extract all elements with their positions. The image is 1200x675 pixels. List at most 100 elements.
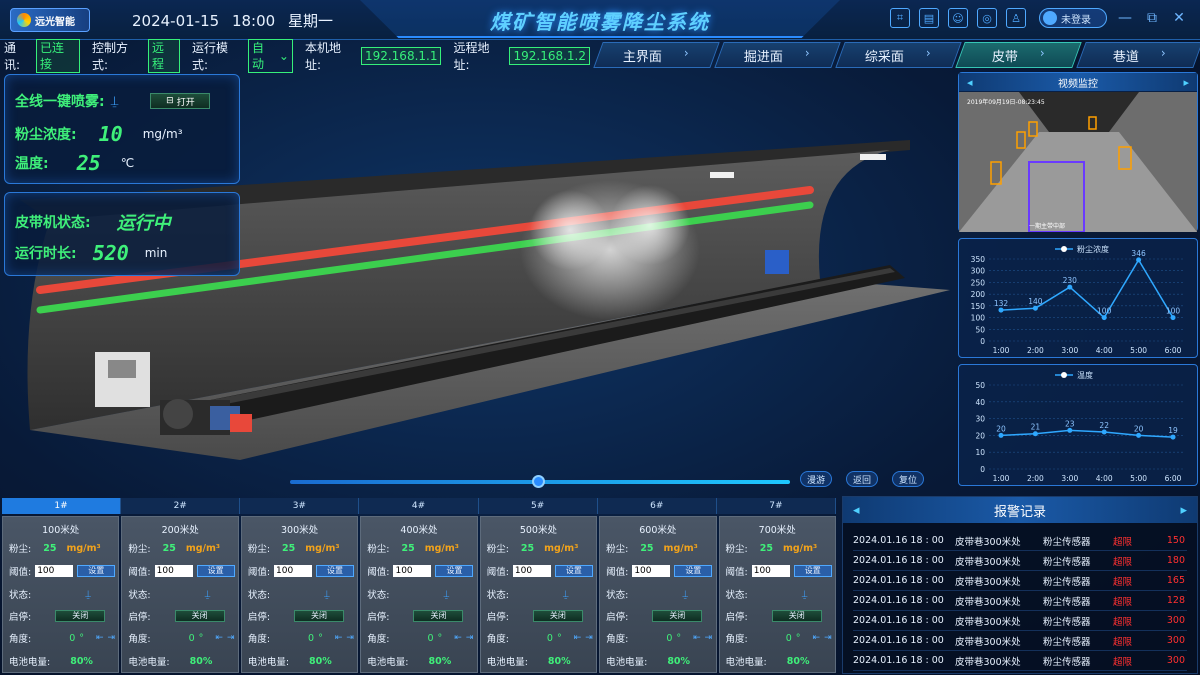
control-value: 远程 bbox=[147, 39, 180, 73]
user-scan-icon[interactable]: ♙ bbox=[1006, 8, 1026, 28]
alarm-time: 2024.01.16 18 : 00 bbox=[853, 655, 944, 666]
drive-pulley bbox=[163, 399, 193, 429]
angle-right-icon[interactable]: ⇥ bbox=[466, 633, 474, 643]
data-label: 21 bbox=[1031, 423, 1041, 432]
set-button[interactable]: 设置 bbox=[435, 565, 474, 577]
alarm-time: 2024.01.16 18 : 00 bbox=[853, 535, 944, 546]
y-tick-label: 0 bbox=[980, 465, 985, 474]
angle-left-icon[interactable]: ⇤ bbox=[454, 633, 462, 643]
sensor-tab[interactable]: 3# bbox=[240, 498, 360, 514]
threshold-input[interactable]: 100 bbox=[393, 565, 432, 577]
threshold-input[interactable]: 100 bbox=[632, 565, 671, 577]
video-panel: ◂ 视频监控 ▸ 2019年09月19日-08:23:45 一期主带中部 bbox=[958, 72, 1198, 232]
off-button[interactable]: 关闭 bbox=[532, 610, 583, 622]
chevron-right-icon[interactable]: ▸ bbox=[1183, 76, 1189, 89]
threshold-input[interactable]: 100 bbox=[512, 565, 551, 577]
login-button[interactable]: 未登录 bbox=[1039, 8, 1107, 28]
alarm-row: 2024.01.16 18 : 00 皮带巷300米处 粉尘传感器 超限 300 bbox=[853, 651, 1187, 671]
off-button[interactable]: 关闭 bbox=[55, 610, 106, 622]
gear-box bbox=[230, 414, 252, 432]
chevron-right-icon[interactable]: ▸ bbox=[1180, 503, 1187, 518]
x-tick-label: 3:00 bbox=[1061, 346, 1078, 355]
alarm-place: 皮带巷300米处 bbox=[955, 636, 1021, 648]
comm-value: 已连接 bbox=[36, 39, 80, 73]
set-button[interactable]: 设置 bbox=[77, 565, 116, 577]
set-button[interactable]: 设置 bbox=[316, 565, 355, 577]
angle-right-icon[interactable]: ⇥ bbox=[585, 633, 593, 643]
off-button[interactable]: 关闭 bbox=[771, 610, 822, 622]
data-point bbox=[1101, 315, 1107, 321]
sensor-name: 100米处 bbox=[42, 525, 80, 536]
off-button[interactable]: 关闭 bbox=[413, 610, 464, 622]
set-button[interactable]: 设置 bbox=[674, 565, 713, 577]
angle-left-icon[interactable]: ⇤ bbox=[693, 633, 701, 643]
off-button[interactable]: 关闭 bbox=[294, 610, 345, 622]
angle-left-icon[interactable]: ⇤ bbox=[215, 633, 223, 643]
threshold-input[interactable]: 100 bbox=[35, 565, 74, 577]
reset-button[interactable]: 复位 bbox=[892, 471, 924, 487]
angle-left-icon[interactable]: ⇤ bbox=[813, 633, 821, 643]
set-button[interactable]: 设置 bbox=[196, 565, 235, 577]
set-button[interactable]: 设置 bbox=[554, 565, 593, 577]
restore-icon[interactable]: ⧉ bbox=[1143, 10, 1161, 26]
cabinet-panel bbox=[108, 360, 136, 378]
roam-slider-handle[interactable] bbox=[532, 475, 545, 488]
alarm-log: ◂ 报警记录 ▸ 2024.01.16 18 : 00 皮带巷300米处 粉尘传感器… bbox=[842, 496, 1198, 674]
chevron-left-icon[interactable]: ◂ bbox=[967, 76, 973, 89]
tab-heading-face[interactable]: 掘进面 › bbox=[714, 42, 841, 68]
threshold-input[interactable]: 100 bbox=[274, 565, 313, 577]
angle-value: 0 bbox=[427, 632, 434, 644]
one-key-spray-button[interactable]: ⊟ 打开 bbox=[150, 93, 211, 109]
back-button[interactable]: 返回 bbox=[846, 471, 878, 487]
data-label: 20 bbox=[1134, 424, 1144, 433]
angle-right-icon[interactable]: ⇥ bbox=[705, 633, 713, 643]
sensor-tab[interactable]: 1# bbox=[2, 498, 122, 514]
angle-right-icon[interactable]: ⇥ bbox=[346, 633, 354, 643]
angle-left-icon[interactable]: ⇤ bbox=[574, 633, 582, 643]
angle-right-icon[interactable]: ⇥ bbox=[227, 633, 235, 643]
angle-right-icon[interactable]: ⇥ bbox=[824, 633, 832, 643]
sensor-tab[interactable]: 2# bbox=[121, 498, 241, 514]
angle-left-icon[interactable]: ⇤ bbox=[96, 633, 104, 643]
chevron-left-icon[interactable]: ◂ bbox=[853, 503, 860, 518]
alarm-row: 2024.01.16 18 : 00 皮带巷300米处 粉尘传感器 超限 165 bbox=[853, 571, 1187, 591]
chevron-down-icon: ⌄ bbox=[278, 49, 289, 63]
temp-label: 温度: bbox=[15, 156, 49, 172]
off-button[interactable]: 关闭 bbox=[174, 610, 225, 622]
off-button[interactable]: 关闭 bbox=[652, 610, 703, 622]
sensor-tab[interactable]: 6# bbox=[597, 498, 717, 514]
sensor-tab[interactable]: 5# bbox=[478, 498, 598, 514]
dust-unit: mg/m³ bbox=[782, 542, 818, 554]
tab-main[interactable]: 主界面 › bbox=[593, 42, 720, 68]
battery-value: 80% bbox=[786, 655, 810, 667]
data-point bbox=[1067, 427, 1073, 433]
tab-roadway[interactable]: 巷道 › bbox=[1076, 42, 1200, 68]
close-icon[interactable]: ✕ bbox=[1170, 10, 1188, 26]
angle-label: 角度: bbox=[9, 634, 32, 645]
tab-mining-face[interactable]: 综采面 › bbox=[834, 42, 962, 68]
angle-right-icon[interactable]: ⇥ bbox=[108, 633, 116, 643]
y-tick-label: 150 bbox=[971, 302, 986, 311]
startstop-label: 启停: bbox=[128, 612, 151, 623]
angle-left-icon[interactable]: ⇤ bbox=[335, 633, 343, 643]
sensor-tab[interactable]: 4# bbox=[359, 498, 479, 514]
battery-value: 80% bbox=[547, 655, 571, 667]
video-feed[interactable]: 2019年09月19日-08:23:45 一期主带中部 bbox=[959, 92, 1197, 232]
sensor-tab[interactable]: 7# bbox=[716, 498, 836, 514]
qr-scan-icon[interactable]: ⌗ bbox=[890, 8, 910, 28]
sensor-name: 200米处 bbox=[161, 525, 199, 536]
threshold-input[interactable]: 100 bbox=[154, 565, 193, 577]
tour-button[interactable]: 漫游 bbox=[800, 471, 832, 487]
minimize-icon[interactable]: — bbox=[1116, 10, 1134, 26]
set-button[interactable]: 设置 bbox=[793, 565, 832, 577]
dust-value: 25 bbox=[282, 542, 296, 554]
mode-select[interactable]: 自动 ⌄ bbox=[247, 39, 293, 73]
document-icon[interactable]: ▤ bbox=[919, 8, 939, 28]
target-icon[interactable]: ◎ bbox=[977, 8, 997, 28]
tab-belt[interactable]: 皮带 › bbox=[955, 42, 1082, 68]
battery-value: 80% bbox=[667, 655, 691, 667]
face-scan-icon[interactable]: ☺ bbox=[948, 8, 968, 28]
data-point bbox=[1170, 315, 1176, 321]
alarm-value: 300 bbox=[1166, 635, 1185, 646]
threshold-input[interactable]: 100 bbox=[751, 565, 790, 577]
